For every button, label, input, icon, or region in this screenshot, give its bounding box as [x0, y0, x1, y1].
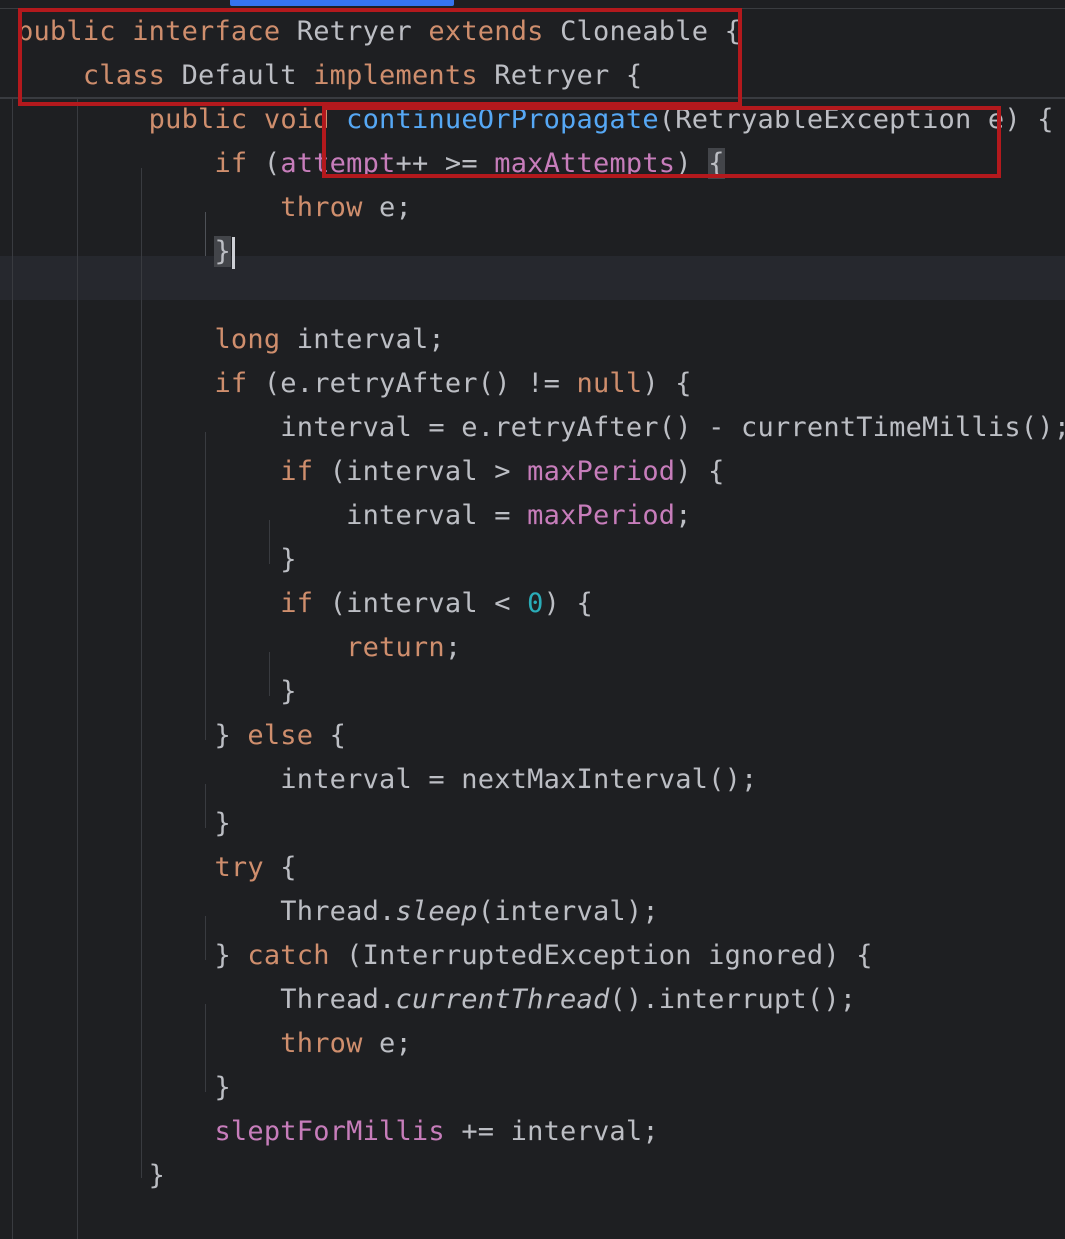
code-token: if: [280, 456, 330, 487]
code-token: (InterruptedException ignored) {: [346, 940, 873, 971]
code-editor[interactable]: public interface Retryer extends Cloneab…: [0, 0, 1065, 1239]
code-token: interval = e.retryAfter() - currentTimeM…: [17, 412, 1065, 443]
code-token: e;: [379, 192, 412, 223]
code-token: throw: [280, 192, 380, 223]
code-line[interactable]: } else {: [17, 714, 346, 758]
code-token: interval = nextMaxInterval();: [17, 764, 758, 795]
code-token: }: [17, 676, 297, 707]
code-token: currentThread: [395, 984, 610, 1015]
code-token: e;: [379, 1028, 412, 1059]
code-token: null: [576, 368, 643, 399]
code-line[interactable]: }: [17, 230, 235, 274]
code-token: interval;: [296, 324, 445, 355]
code-token: ) {: [642, 368, 692, 399]
code-token: (interval <: [329, 588, 528, 619]
code-line[interactable]: }: [17, 670, 297, 714]
code-line[interactable]: long interval;: [17, 318, 445, 362]
annotation-box-method-signature: [322, 106, 1001, 178]
code-token: }: [214, 236, 231, 267]
code-token: throw: [280, 1028, 380, 1059]
code-token: ;: [675, 500, 692, 531]
code-token: }: [17, 720, 248, 751]
code-token: maxPeriod: [527, 500, 676, 531]
code-token: if: [214, 368, 264, 399]
code-token: (: [263, 148, 281, 179]
code-token: if: [214, 148, 264, 179]
code-line[interactable]: if (interval > maxPeriod) {: [17, 450, 725, 494]
code-line[interactable]: }: [17, 538, 297, 582]
code-token: public: [148, 104, 264, 135]
code-token: long: [214, 324, 297, 355]
code-token: }: [17, 544, 297, 575]
code-line[interactable]: try {: [17, 846, 297, 890]
code-line[interactable]: if (e.retryAfter() != null) {: [17, 362, 692, 406]
code-token: ().interrupt();: [609, 984, 857, 1015]
code-line[interactable]: }: [17, 802, 231, 846]
code-token: ) {: [543, 588, 593, 619]
code-token: return: [346, 632, 445, 663]
code-token: (interval);: [477, 896, 659, 927]
text-caret: [231, 236, 235, 269]
code-token: {: [329, 720, 347, 751]
code-line[interactable]: return;: [17, 626, 461, 670]
code-token: try: [214, 852, 281, 883]
code-line[interactable]: Thread.sleep(interval);: [17, 890, 659, 934]
code-line[interactable]: interval = nextMaxInterval();: [17, 758, 758, 802]
code-token: maxPeriod: [527, 456, 676, 487]
code-line[interactable]: }: [17, 1066, 231, 1110]
code-token: else: [247, 720, 330, 751]
code-token: interval =: [17, 500, 528, 531]
code-token: }: [17, 1072, 231, 1103]
code-line[interactable]: }: [17, 1154, 165, 1198]
code-token: {: [280, 852, 297, 883]
annotation-box-interface-declaration: [18, 8, 742, 106]
code-line[interactable]: throw e;: [17, 1022, 412, 1066]
code-line[interactable]: interval = e.retryAfter() - currentTimeM…: [17, 406, 1065, 450]
code-token: 0: [527, 588, 544, 619]
code-token: += interval;: [444, 1116, 659, 1147]
code-line[interactable]: sleptForMillis += interval;: [17, 1110, 659, 1154]
active-tab-indicator: [230, 0, 454, 6]
code-line[interactable]: } catch (InterruptedException ignored) {: [17, 934, 873, 978]
code-line[interactable]: Thread.currentThread().interrupt();: [17, 978, 856, 1022]
code-token: catch: [247, 940, 347, 971]
code-token: sleep: [395, 896, 478, 927]
code-token: ) {: [675, 456, 725, 487]
code-token: (e.retryAfter() !=: [263, 368, 577, 399]
code-token: }: [17, 1160, 166, 1191]
code-token: ;: [444, 632, 462, 663]
code-line[interactable]: throw e;: [17, 186, 412, 230]
code-line[interactable]: interval = maxPeriod;: [17, 494, 692, 538]
code-token: (interval >: [329, 456, 528, 487]
code-line[interactable]: if (interval < 0) {: [17, 582, 593, 626]
code-token: if: [280, 588, 330, 619]
code-token: sleptForMillis: [214, 1116, 445, 1147]
code-token: }: [17, 940, 248, 971]
code-token: Thread.: [17, 984, 396, 1015]
indent-guide: [12, 99, 13, 1239]
code-token: }: [17, 808, 231, 839]
code-token: Thread.: [17, 896, 396, 927]
